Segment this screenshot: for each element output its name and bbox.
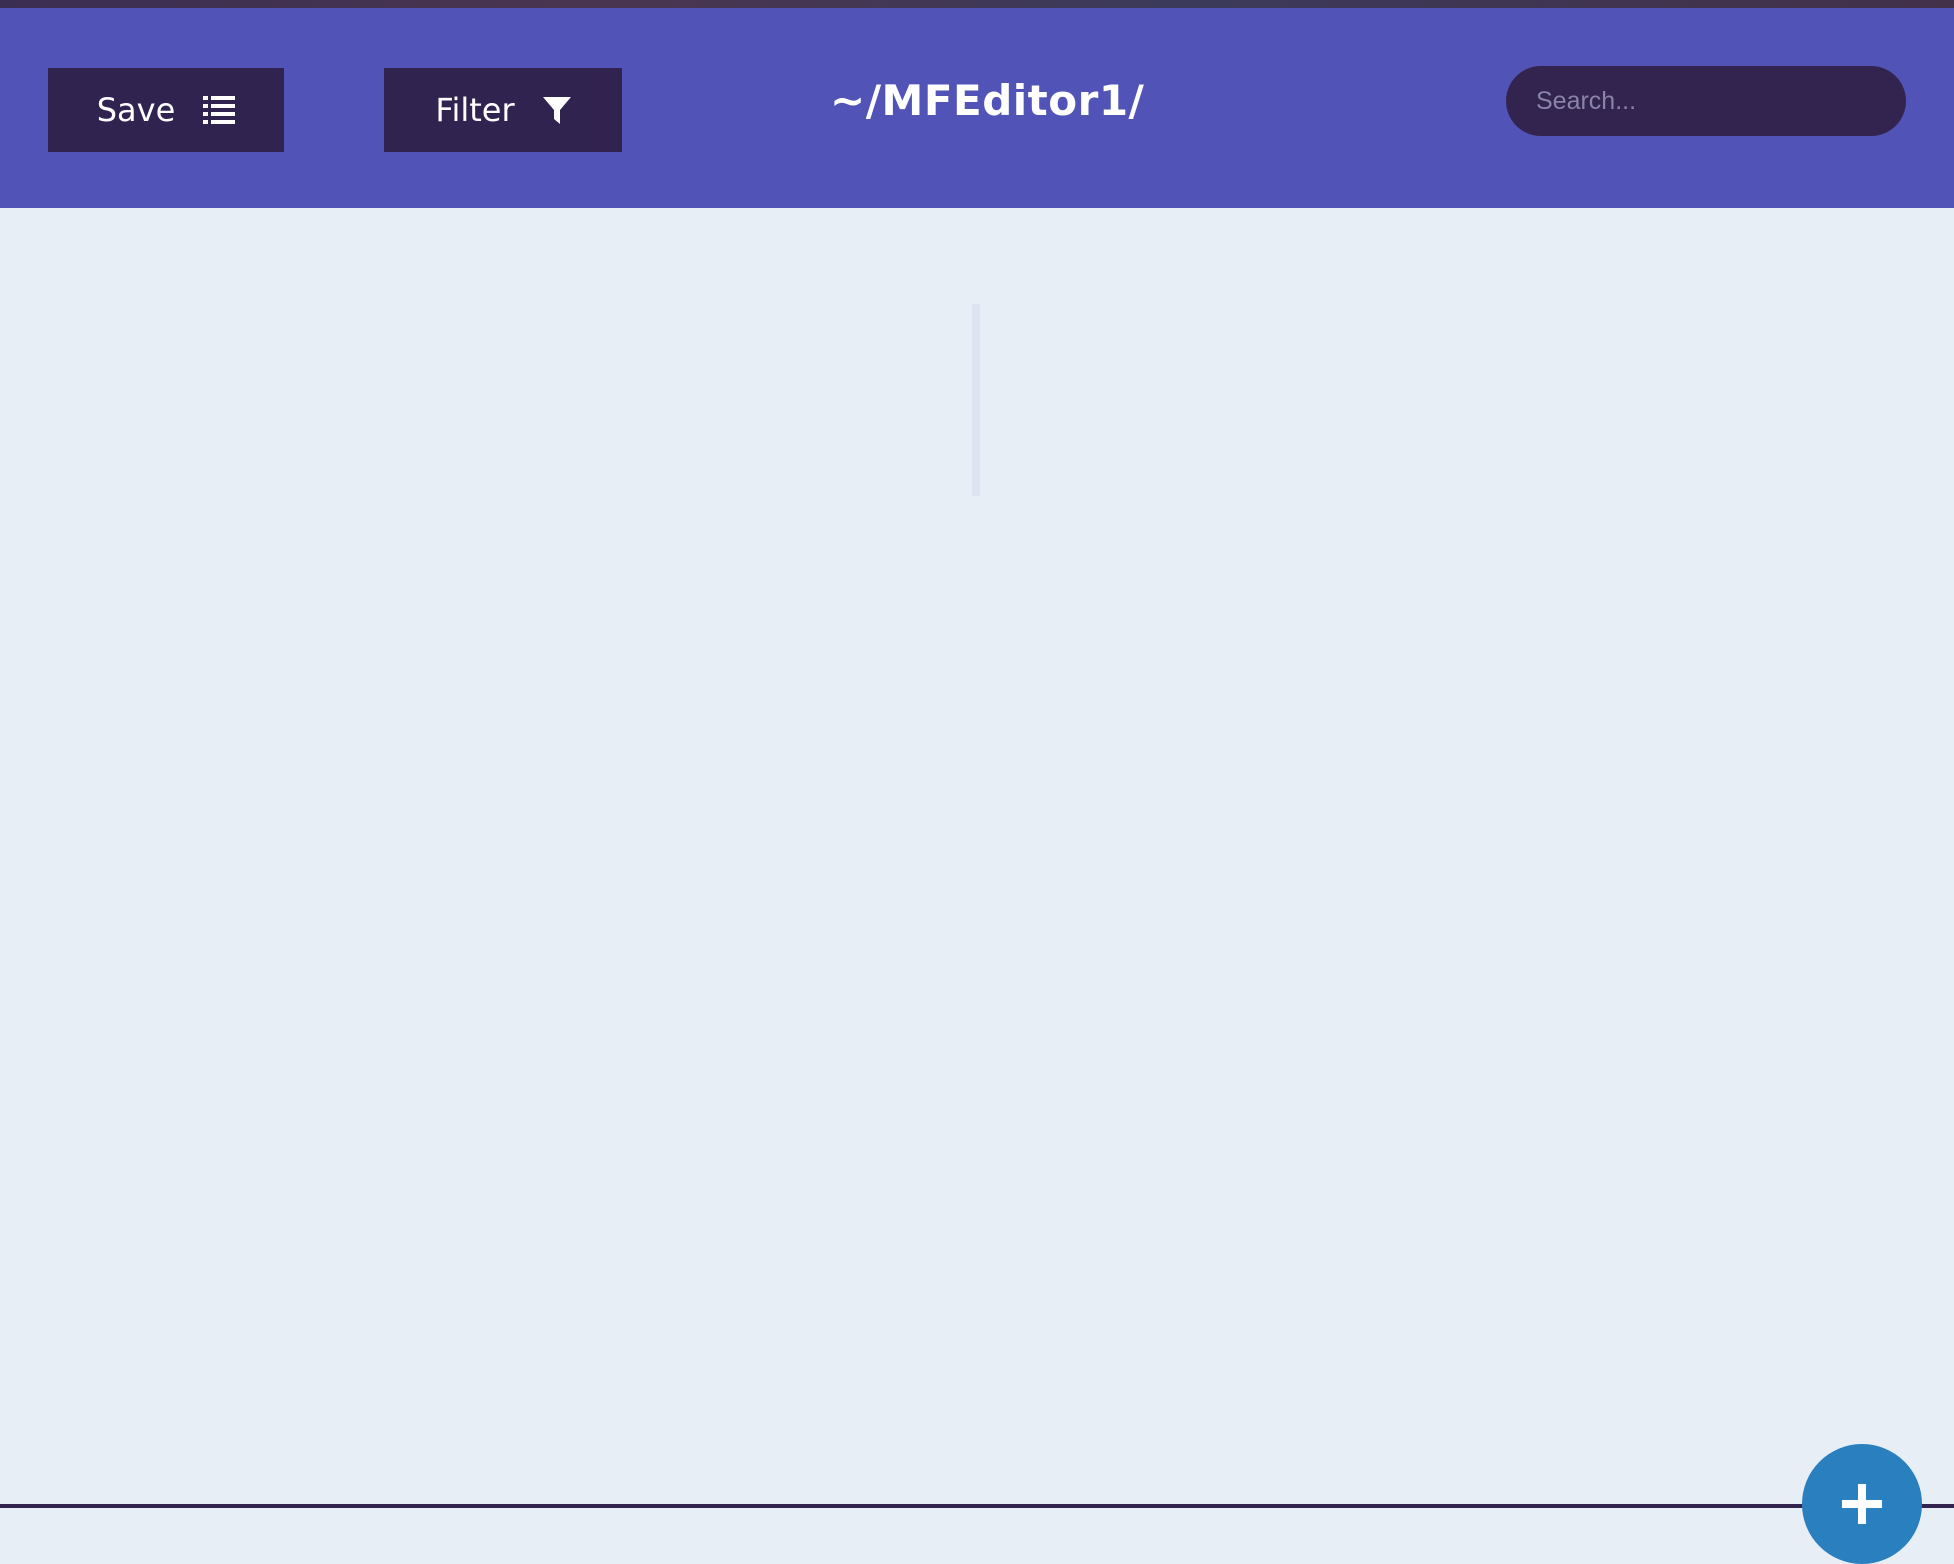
save-button-label: Save [96,91,176,129]
plus-icon [1842,1484,1882,1564]
list-icon [203,96,236,124]
app-header: Save Filter ~/MFEditor1/ [0,8,1954,208]
search-input[interactable] [1506,66,1906,136]
add-button[interactable] [1802,1444,1922,1564]
filter-button[interactable]: Filter [384,68,622,152]
editor-canvas[interactable] [0,208,1954,1500]
funnel-icon [542,95,571,125]
filter-button-label: Filter [435,91,515,129]
save-button[interactable]: Save [48,68,284,152]
page-title: ~/MFEditor1/ [830,76,1145,125]
vertical-divider [972,304,980,496]
bottom-border [0,1504,1954,1508]
window-top-strip [0,0,1954,8]
